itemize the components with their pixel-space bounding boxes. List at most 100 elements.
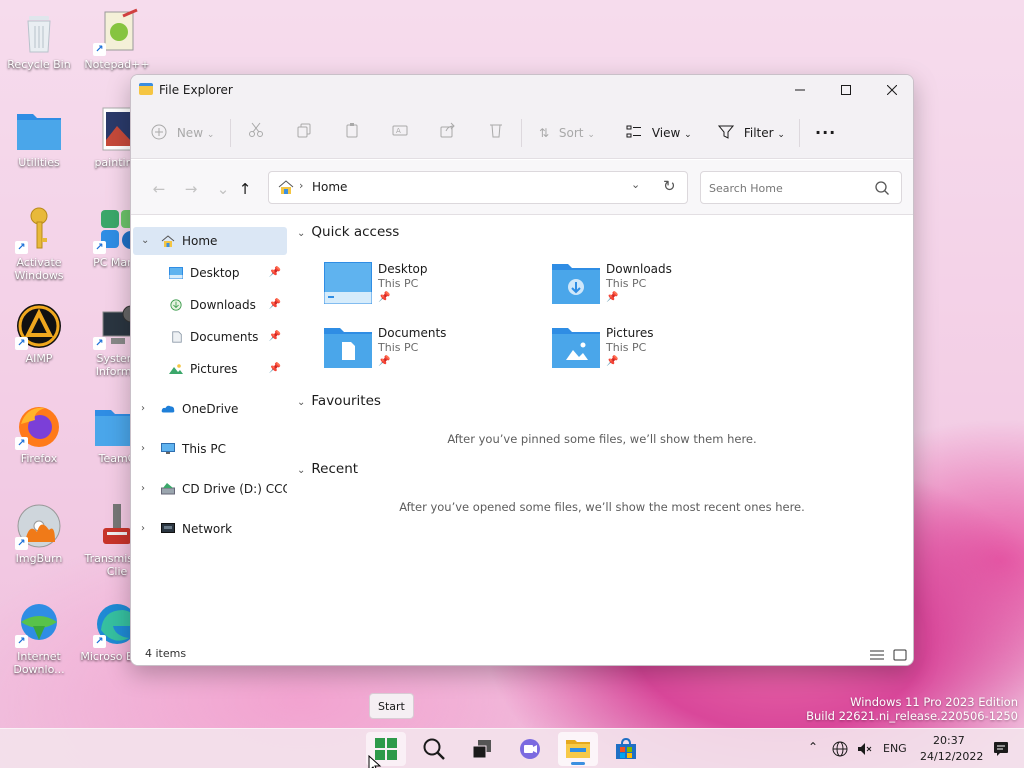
more-options-button[interactable]: ··· xyxy=(815,122,836,144)
nav-item-label: Home xyxy=(182,234,218,248)
search-icon[interactable] xyxy=(875,181,889,195)
quick-access-item-downloads[interactable]: Downloads This PC 📌 xyxy=(552,260,772,316)
clock-time[interactable]: 20:37 xyxy=(933,734,965,747)
quick-access-item-name: Documents xyxy=(378,326,447,340)
view-list-icon xyxy=(626,125,641,138)
forward-button[interactable]: → xyxy=(179,178,203,200)
nav-item-home[interactable]: ⌄ Home xyxy=(133,227,287,255)
pin-icon[interactable]: 📌 xyxy=(269,259,281,287)
idm-icon: ↗ xyxy=(15,600,63,648)
address-history-dropdown-icon[interactable]: ⌄ xyxy=(631,178,640,191)
chevron-down-icon: ⌄ xyxy=(297,465,306,476)
tiles-view-icon[interactable] xyxy=(893,649,907,661)
nav-item-label: Downloads xyxy=(190,298,256,312)
search-taskbar-button[interactable] xyxy=(414,732,454,766)
quick-access-item-name: Pictures xyxy=(606,326,654,340)
new-button[interactable]: New ⌄ xyxy=(151,122,214,144)
folder-icon xyxy=(15,106,63,154)
nav-item-desktop[interactable]: Desktop 📌 xyxy=(133,259,287,287)
file-explorer-icon xyxy=(566,740,590,758)
desktop-icon-utilities[interactable]: Utilities xyxy=(2,106,76,169)
pin-icon[interactable]: 📌 xyxy=(269,355,281,383)
nav-item-cd-drive[interactable]: › CD Drive (D:) CCCOM xyxy=(133,475,287,503)
refresh-icon[interactable]: ↻ xyxy=(663,177,676,195)
show-hidden-icons-button[interactable]: ⌃ xyxy=(808,740,818,754)
nav-item-label: Desktop xyxy=(190,266,240,280)
pin-icon[interactable]: 📌 xyxy=(269,291,281,319)
language-indicator[interactable]: ENG xyxy=(883,742,907,755)
pin-icon[interactable]: 📌 xyxy=(269,323,281,351)
chevron-right-icon[interactable]: › xyxy=(141,395,145,423)
nav-item-label: This PC xyxy=(182,442,226,456)
desktop-icon-label: Notepad++ xyxy=(84,58,150,71)
view-button[interactable]: View ⌄ xyxy=(626,122,692,144)
imgburn-icon: ↗ xyxy=(15,502,63,550)
microsoft-store-button[interactable] xyxy=(606,732,646,766)
cut-button[interactable] xyxy=(248,122,264,144)
nav-item-downloads[interactable]: Downloads 📌 xyxy=(133,291,287,319)
paste-button[interactable] xyxy=(344,122,360,144)
firefox-icon: ↗ xyxy=(15,402,63,450)
nav-item-network[interactable]: › Network xyxy=(133,515,287,543)
network-icon xyxy=(161,523,175,533)
close-button[interactable] xyxy=(869,75,913,105)
chevron-down-icon: ⌄ xyxy=(684,130,692,140)
trash-icon xyxy=(490,124,502,138)
up-arrow-button[interactable]: ↑ xyxy=(233,178,257,200)
recent-header[interactable]: ⌄ Recent xyxy=(297,461,358,477)
desktop-icon-aimp[interactable]: ↗ AIMP xyxy=(2,302,76,365)
filter-button[interactable]: Filter ⌄ xyxy=(717,122,785,144)
share-button[interactable] xyxy=(440,122,456,144)
nav-item-documents[interactable]: Documents 📌 xyxy=(133,323,287,351)
desktop-icon-imgburn[interactable]: ↗ ImgBurn xyxy=(2,502,76,565)
back-button[interactable]: ← xyxy=(147,178,171,200)
desktop-icon-internet-download-manager[interactable]: ↗ Internet Downlo... xyxy=(2,600,76,676)
nav-item-label: Documents xyxy=(190,330,259,344)
clock-date[interactable]: 24/12/2022 xyxy=(920,750,983,763)
volume-muted-icon[interactable] xyxy=(856,741,872,757)
chevron-right-icon[interactable]: › xyxy=(141,475,145,503)
chevron-right-icon[interactable]: › xyxy=(141,515,145,543)
address-bar[interactable]: › Home ⌄ ↻ xyxy=(268,171,688,204)
nav-item-label: CD Drive (D:) CCCOM xyxy=(182,482,287,496)
up-button[interactable]: ⌄ xyxy=(211,178,235,200)
desktop-icon-activate-windows[interactable]: ↗ Activate Windows xyxy=(2,206,76,282)
desktop-icon-notepadpp[interactable]: ↗ Notepad++ xyxy=(80,8,154,71)
quick-access-item-pictures[interactable]: Pictures This PC 📌 xyxy=(552,324,772,380)
desktop-icon-label: Utilities xyxy=(18,156,60,169)
file-explorer-taskbar-button[interactable] xyxy=(558,732,598,766)
notifications-icon[interactable] xyxy=(993,741,1009,757)
copy-button[interactable] xyxy=(296,122,312,144)
title-bar[interactable]: File Explorer xyxy=(131,75,913,105)
shortcut-arrow-icon: ↗ xyxy=(93,241,106,254)
new-button-label: New xyxy=(176,126,204,140)
minimize-button[interactable] xyxy=(777,75,823,105)
nav-item-pictures[interactable]: Pictures 📌 xyxy=(133,355,287,383)
desktop-icon-recycle-bin[interactable]: Recycle Bin xyxy=(2,8,76,71)
nav-item-onedrive[interactable]: › OneDrive xyxy=(133,395,287,423)
search-input[interactable] xyxy=(709,179,869,197)
rename-button[interactable]: A xyxy=(392,122,408,144)
quick-access-item-documents[interactable]: Documents This PC 📌 xyxy=(324,324,544,380)
quick-access-title: Quick access xyxy=(311,224,400,240)
window-title: File Explorer xyxy=(159,83,233,97)
desktop-icon-firefox[interactable]: ↗ Firefox xyxy=(2,402,76,465)
quick-access-header[interactable]: ⌄ Quick access xyxy=(297,224,399,240)
pin-icon: 📌 xyxy=(606,292,619,303)
task-view-button[interactable] xyxy=(462,732,502,766)
teams-chat-button[interactable] xyxy=(510,732,550,766)
globe-icon[interactable] xyxy=(832,741,848,757)
details-view-icon[interactable] xyxy=(869,649,885,661)
nav-item-this-pc[interactable]: › This PC xyxy=(133,435,287,463)
home-icon xyxy=(161,235,175,247)
search-box[interactable] xyxy=(700,171,902,204)
chevron-right-icon[interactable]: › xyxy=(141,435,145,463)
sort-button[interactable]: ⇅ Sort ⌄ xyxy=(539,122,595,144)
quick-access-item-desktop[interactable]: Desktop This PC 📌 xyxy=(324,260,544,316)
share-icon xyxy=(440,122,455,138)
maximize-button[interactable] xyxy=(823,75,869,105)
breadcrumb-home[interactable]: Home xyxy=(312,180,347,194)
chevron-down-icon[interactable]: ⌄ xyxy=(141,227,149,255)
favourites-header[interactable]: ⌄ Favourites xyxy=(297,393,381,409)
delete-button[interactable] xyxy=(488,122,504,144)
